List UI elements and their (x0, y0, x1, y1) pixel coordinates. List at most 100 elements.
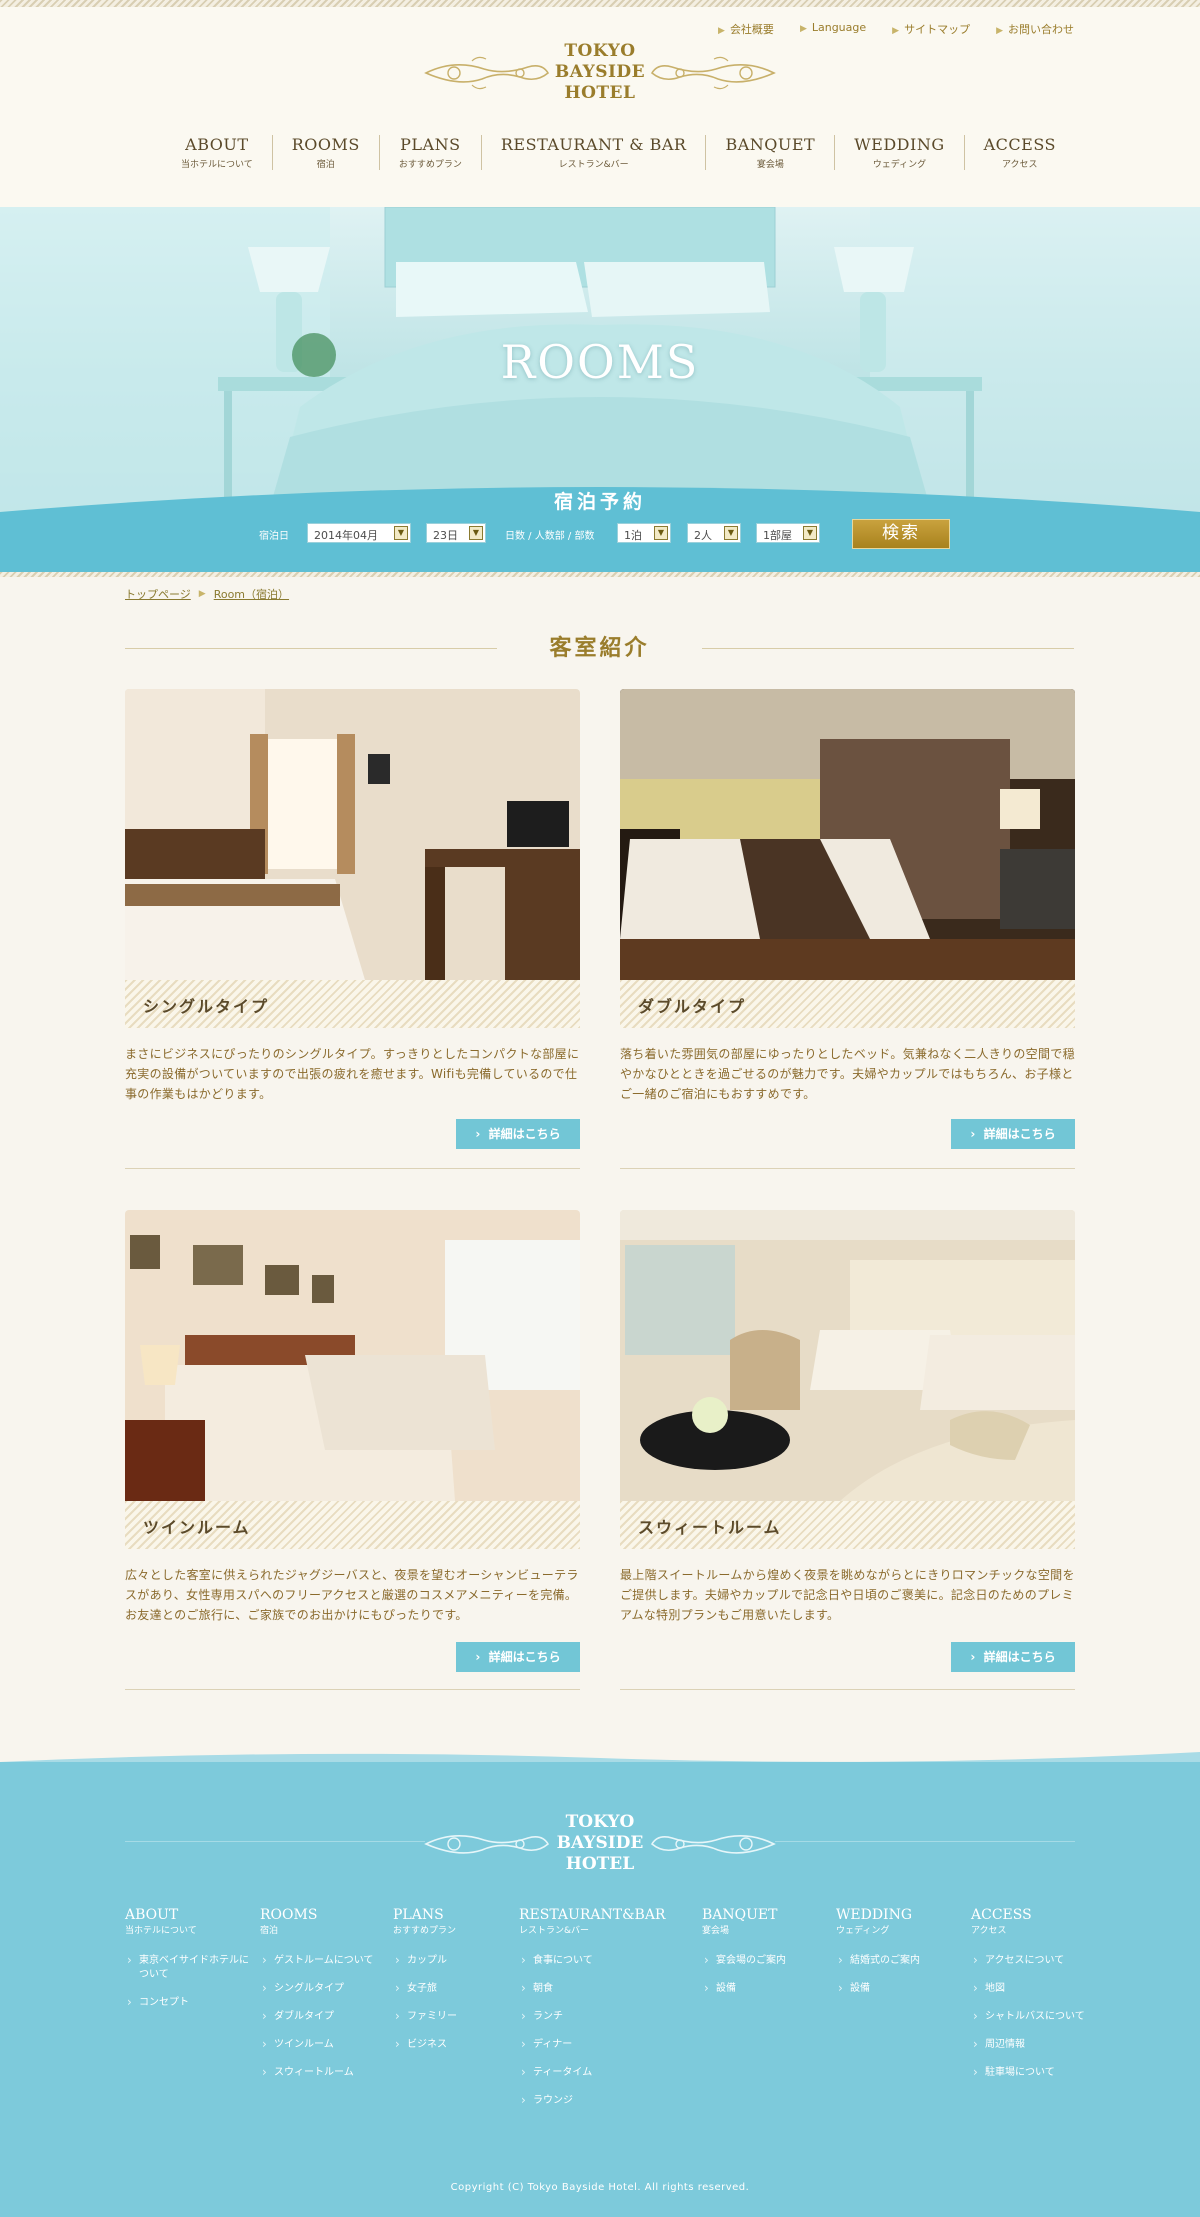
nav-sublabel: アクセス (1002, 160, 1038, 170)
footer-col-restaurant: RESTAURANT&BAR レストラン&バー 食事について 朝食 ランチ ディ… (519, 1907, 694, 2122)
footer-link[interactable]: アクセスについて (971, 1953, 1101, 1968)
footer-link[interactable]: シングルタイプ (260, 1981, 385, 1996)
footer-link[interactable]: 食事について (519, 1953, 694, 1968)
util-link-contact[interactable]: ▶ お問い合わせ (996, 21, 1074, 37)
room-description: まさにビジネスにぴったりのシングルタイプ。すっきりとしたコンパクトな部屋に充実の… (125, 1047, 580, 1101)
nav-item-plans[interactable]: PLANS おすすめプラン (378, 135, 481, 170)
footer-link[interactable]: スウィートルーム (260, 2065, 385, 2080)
room-name-bar: シングルタイプ (125, 980, 580, 1028)
footer-link[interactable]: 東京ベイサイドホテルについて (125, 1953, 255, 1982)
nav-item-rooms[interactable]: ROOMS 宿泊 (271, 135, 379, 170)
footer-col-title[interactable]: RESTAURANT&BAR (519, 1907, 694, 1923)
footer-col-title[interactable]: PLANS (393, 1907, 508, 1923)
footer-col-subtitle: レストラン&バー (519, 1926, 590, 1936)
footer-link[interactable]: ディナー (519, 2037, 694, 2052)
chevron-down-icon: ▼ (394, 526, 408, 540)
room-name: スウィートルーム (638, 1518, 782, 1537)
footer-link[interactable]: ファミリー (393, 2009, 508, 2024)
footer-col-title[interactable]: ABOUT (125, 1907, 255, 1923)
chevron-right-icon: › (475, 1127, 481, 1141)
footer-logo-text: TOKYO BAYSIDE HOTEL (550, 1812, 650, 1875)
nav-label: RESTAURANT & BAR (500, 135, 687, 154)
util-link-language[interactable]: ▶ Language (800, 21, 866, 37)
nav-item-banquet[interactable]: BANQUET 宴会場 (705, 135, 834, 170)
nav-item-wedding[interactable]: WEDDING ウェディング (834, 135, 963, 170)
ornament-left-icon (424, 56, 550, 90)
global-nav: ABOUT 当ホテルについて ROOMS 宿泊 PLANS おすすめプラン RESTA… (162, 135, 1075, 170)
footer-link[interactable]: 設備 (702, 1981, 832, 1996)
card-divider (125, 1168, 580, 1169)
card-divider (620, 1168, 1075, 1169)
section-title: 客室紹介 (549, 636, 650, 661)
details-button[interactable]: › 詳細はこちら (951, 1119, 1075, 1149)
footer-col-title[interactable]: BANQUET (702, 1907, 832, 1923)
month-select[interactable]: 2014年04月 ▼ (307, 523, 411, 543)
footer-link[interactable]: ティータイム (519, 2065, 694, 2080)
nav-item-access[interactable]: ACCESS アクセス (963, 135, 1075, 170)
footer-link[interactable]: ツインルーム (260, 2037, 385, 2052)
footer-link[interactable]: コンセプト (125, 1995, 255, 2010)
room-image (125, 689, 580, 980)
nav-item-restaurant[interactable]: RESTAURANT & BAR レストラン&バー (480, 135, 706, 170)
footer-link[interactable]: 周辺情報 (971, 2037, 1101, 2052)
reservation-title: 宿泊予約 (553, 491, 646, 513)
footer-link[interactable]: ラウンジ (519, 2093, 694, 2108)
footer-link[interactable]: ダブルタイプ (260, 2009, 385, 2024)
room-image (125, 1210, 580, 1501)
room-name: ツインルーム (143, 1518, 251, 1537)
footer-link[interactable]: 設備 (836, 1981, 966, 1996)
footer-link[interactable]: ゲストルームについて (260, 1953, 385, 1968)
footer-link[interactable]: 駐車場について (971, 2065, 1101, 2080)
footer-link[interactable]: 結婚式のご案内 (836, 1953, 966, 1968)
util-link-label: Language (811, 21, 867, 34)
details-button[interactable]: › 詳細はこちら (456, 1119, 580, 1149)
people-select[interactable]: 2人 ▼ (687, 523, 741, 543)
footer-link[interactable]: 朝食 (519, 1981, 694, 1996)
footer-link[interactable]: シャトルバスについて (971, 2009, 1101, 2024)
footer-link[interactable]: ビジネス (393, 2037, 508, 2052)
nav-sublabel: 宿泊 (316, 160, 335, 170)
nights-select[interactable]: 1泊 ▼ (617, 523, 671, 543)
footer-link[interactable]: 地図 (971, 1981, 1101, 1996)
chevron-down-icon: ▼ (654, 526, 668, 540)
footer-col-title[interactable]: WEDDING (836, 1907, 966, 1923)
nav-item-about[interactable]: ABOUT 当ホテルについて (162, 135, 272, 170)
breadcrumb-current: Room（宿泊） (213, 588, 290, 601)
copyright-text: Copyright (C) Tokyo Bayside Hotel. All r… (450, 2182, 750, 2193)
arrow-icon: ▶ (892, 26, 900, 36)
nav-sublabel: レストラン&バー (558, 160, 629, 170)
footer-link[interactable]: 宴会場のご案内 (702, 1953, 832, 1968)
hotel-logo[interactable]: TOKYO BAYSIDE HOTEL (424, 37, 776, 113)
ornament-right-icon (650, 1835, 776, 1854)
footer-col-subtitle: ウェディング (836, 1926, 890, 1936)
reservation-form: 宿泊日 2014年04月 ▼ 23日 ▼ 日数 / 人数部 / 部数 1泊 ▼ 2人 ▼… (0, 519, 1200, 549)
footer-link[interactable]: ランチ (519, 2009, 694, 2024)
day-select[interactable]: 23日 ▼ (426, 523, 486, 543)
rooms-select[interactable]: 1部屋 ▼ (756, 523, 820, 543)
footer-col-wedding: WEDDING ウェディング 結婚式のご案内 設備 (836, 1907, 966, 2010)
chevron-right-icon: › (970, 1650, 976, 1664)
footer-link[interactable]: 女子旅 (393, 1981, 508, 1996)
nav-label: BANQUET (725, 135, 816, 154)
site-header: ▶ 会社概要 ▶ Language ▶ サイトマップ ▶ お問い合わせ TOKYO BA… (0, 7, 1200, 207)
arrow-icon: ▶ (718, 26, 725, 36)
footer-link[interactable]: カップル (393, 1953, 508, 1968)
util-link-company[interactable]: ▶ 会社概要 (718, 21, 774, 37)
room-description: 落ち着いた雰囲気の部屋にゆったりとしたベッド。気兼ねなく二人きりの空間で穏やかな… (620, 1047, 1075, 1101)
chevron-right-icon: › (475, 1650, 481, 1664)
footer-col-title[interactable]: ROOMS (260, 1907, 385, 1923)
footer-logo[interactable]: TOKYO BAYSIDE HOTEL (424, 1808, 776, 1884)
heading-rule-right (702, 648, 1074, 649)
top-stripe (0, 0, 1200, 7)
footer-col-subtitle: 当ホテルについて (125, 1926, 197, 1936)
chevron-right-icon: › (970, 1127, 976, 1141)
details-button[interactable]: › 詳細はこちら (951, 1642, 1075, 1672)
nav-label: PLANS (400, 135, 461, 154)
arrow-icon: ▶ (799, 24, 807, 34)
breadcrumb-home-link[interactable]: トップページ (125, 586, 191, 602)
search-button[interactable]: 検索 (852, 519, 950, 549)
footer-col-title[interactable]: ACCESS (971, 1907, 1101, 1923)
footer-col-subtitle: 宴会場 (702, 1926, 730, 1936)
details-button[interactable]: › 詳細はこちら (456, 1642, 580, 1672)
util-link-sitemap[interactable]: ▶ サイトマップ (892, 21, 970, 37)
